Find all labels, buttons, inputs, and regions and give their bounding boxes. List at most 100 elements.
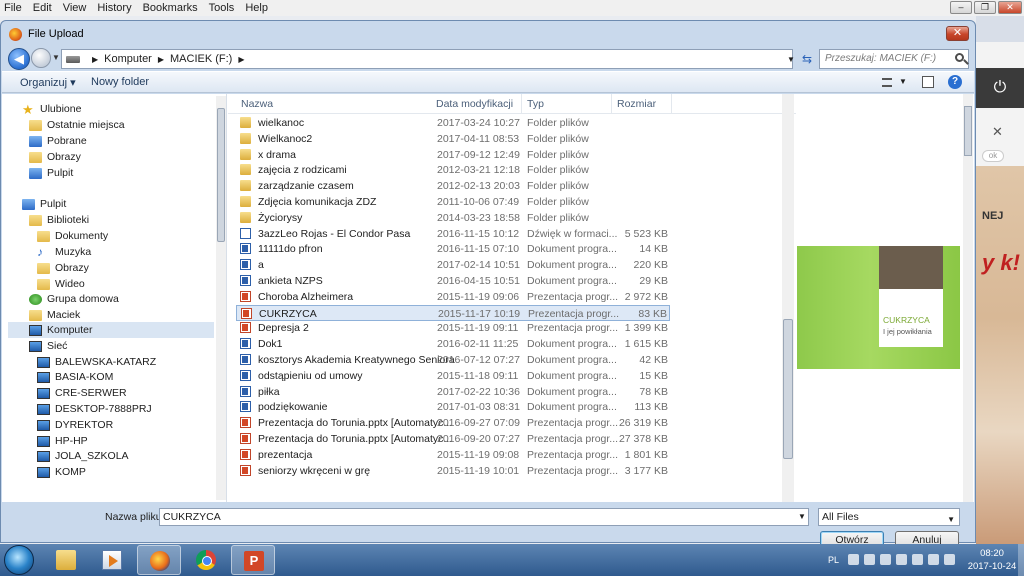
- file-row[interactable]: a 2017-02-14 10:51 Dokument progra... 220 K…: [236, 257, 670, 273]
- nav-item-biblioteki[interactable]: Biblioteki: [29, 212, 89, 228]
- view-options-chevron-icon[interactable]: ▼: [899, 77, 907, 86]
- nav-item-sieć[interactable]: Sieć: [29, 338, 67, 354]
- column-header-size[interactable]: Rozmiar: [617, 98, 656, 110]
- file-row[interactable]: Życiorysy 2014-03-23 18:58 Folder plików: [236, 210, 670, 226]
- nav-item-obrazy[interactable]: Obrazy: [29, 149, 81, 165]
- tray-app-icon[interactable]: [880, 554, 891, 565]
- file-row[interactable]: Prezentacja do Torunia.pptx [Automatyc..…: [236, 431, 670, 447]
- back-button[interactable]: ◀: [8, 48, 30, 70]
- column-divider[interactable]: [671, 94, 672, 114]
- column-divider[interactable]: [611, 94, 612, 114]
- nav-item-wideo[interactable]: Wideo: [37, 276, 85, 292]
- nav-item-basia-kom[interactable]: BASIA-KOM: [37, 369, 113, 385]
- file-row[interactable]: CUKRZYCA 2015-11-17 10:19 Prezentacja prog…: [236, 304, 670, 321]
- file-row[interactable]: ankieta NZPS 2016-04-15 10:51 Dokument pro…: [236, 273, 670, 289]
- nav-item-dyrektor[interactable]: DYREKTOR: [37, 417, 113, 433]
- file-row[interactable]: kosztorys Akademia Kreatywnego Seniora 20…: [236, 352, 670, 368]
- file-row[interactable]: seniorzy wkręceni w grę 2015-11-19 10:01 P…: [236, 463, 670, 479]
- nav-item-ostatnie-miejsca[interactable]: Ostatnie miejsca: [29, 117, 125, 133]
- menu-item-history[interactable]: History: [97, 2, 131, 14]
- new-folder-button[interactable]: Nowy folder: [91, 76, 149, 88]
- file-row[interactable]: zarządzanie czasem 2012-02-13 20:03 Folder…: [236, 178, 670, 194]
- file-row[interactable]: x drama 2017-09-12 12:49 Folder plików: [236, 147, 670, 163]
- file-row[interactable]: zajęcia z rodzicami 2012-03-21 12:18 Folde…: [236, 162, 670, 178]
- network-icon[interactable]: [928, 554, 939, 565]
- menu-item-bookmarks[interactable]: Bookmarks: [143, 2, 198, 14]
- file-row[interactable]: Zdjęcia komunikacja ZDZ 2011-10-06 07:49 F…: [236, 194, 670, 210]
- breadcrumb-separator-icon[interactable]: ▶: [238, 55, 244, 64]
- dialog-close-button[interactable]: ✕: [946, 26, 969, 41]
- language-indicator[interactable]: PL: [828, 555, 839, 565]
- nav-item-komp[interactable]: KOMP: [37, 464, 86, 480]
- nav-item-maciek[interactable]: Maciek: [29, 307, 80, 323]
- filename-input[interactable]: CUKRZYCA: [159, 508, 809, 526]
- taskbar-firefox[interactable]: [137, 545, 181, 575]
- nav-item-desktop-7888prj[interactable]: DESKTOP-7888PRJ: [37, 401, 152, 417]
- file-row[interactable]: odstąpieniu od umowy 2015-11-18 09:11 Doku…: [236, 368, 670, 384]
- tray-app-icon[interactable]: [896, 554, 907, 565]
- scrollbar-thumb[interactable]: [964, 106, 972, 156]
- preview-pane-icon[interactable]: [922, 76, 934, 88]
- nav-item-cre-serwer[interactable]: CRE-SERWER: [37, 385, 127, 401]
- menu-item-help[interactable]: Help: [245, 2, 268, 14]
- volume-icon[interactable]: [944, 554, 955, 565]
- filename-dropdown-icon[interactable]: ▼: [798, 512, 806, 521]
- search-input[interactable]: Przeszukaj: MACIEK (F:): [819, 49, 969, 69]
- help-icon[interactable]: ?: [948, 75, 962, 89]
- taskbar-powerpoint[interactable]: P: [231, 545, 275, 575]
- taskbar-explorer[interactable]: [44, 545, 88, 575]
- file-row[interactable]: Wielkanoc2 2017-04-11 08:53 Folder plików: [236, 131, 670, 147]
- dialog-title-bar[interactable]: File Upload ✕: [1, 21, 975, 47]
- nav-item-grupa-domowa[interactable]: Grupa domowa: [29, 291, 119, 307]
- start-button[interactable]: [4, 545, 34, 575]
- file-type-select[interactable]: All Files ▼: [818, 508, 960, 526]
- organize-button[interactable]: Organizuj ▾: [20, 76, 76, 89]
- minimize-button[interactable]: –: [950, 1, 972, 14]
- taskbar-media-player[interactable]: [90, 545, 134, 575]
- nav-item-hp-hp[interactable]: HP-HP: [37, 433, 88, 449]
- power-icon[interactable]: [912, 554, 923, 565]
- preview-scrollbar[interactable]: [963, 94, 973, 502]
- refresh-icon[interactable]: ⇆: [798, 50, 816, 68]
- power-icon[interactable]: ⏻: [976, 68, 1024, 108]
- column-header-type[interactable]: Typ: [527, 98, 544, 110]
- file-row[interactable]: Dok1 2016-02-11 11:25 Dokument progra... 1 …: [236, 336, 670, 352]
- file-row[interactable]: piłka 2017-02-22 10:36 Dokument progra... 7…: [236, 384, 670, 400]
- taskbar-chrome[interactable]: [184, 545, 228, 575]
- scrollbar-thumb[interactable]: [217, 108, 225, 242]
- column-divider[interactable]: [521, 94, 522, 114]
- file-row[interactable]: Depresja 2 2015-11-19 09:11 Prezentacja pr…: [236, 320, 670, 336]
- change-view-icon[interactable]: [882, 78, 892, 87]
- breadcrumb-drive[interactable]: MACIEK (F:): [170, 53, 232, 65]
- tray-expand-icon[interactable]: [848, 554, 859, 565]
- nav-item-pulpit[interactable]: Pulpit: [22, 196, 66, 212]
- search-icon[interactable]: [955, 53, 964, 62]
- navigation-scrollbar[interactable]: [216, 96, 226, 500]
- breadcrumb-separator-icon[interactable]: ▶: [92, 55, 98, 64]
- menu-item-edit[interactable]: Edit: [33, 2, 52, 14]
- nav-item-jola-szkola[interactable]: JOLA_SZKOLA: [37, 448, 129, 464]
- column-header-date[interactable]: Data modyfikacji: [436, 98, 513, 110]
- nav-item-komputer[interactable]: Komputer: [8, 322, 214, 338]
- show-desktop-button[interactable]: [1018, 544, 1024, 576]
- action-center-icon[interactable]: [864, 554, 875, 565]
- scrollbar-thumb[interactable]: [783, 319, 793, 459]
- file-row[interactable]: wielkanoc 2017-03-24 10:27 Folder plików: [236, 115, 670, 131]
- advertisement[interactable]: [976, 166, 1024, 546]
- file-row[interactable]: podziękowanie 2017-01-03 08:31 Dokument pr…: [236, 399, 670, 415]
- nav-item-ulubione[interactable]: ★ Ulubione: [22, 101, 81, 117]
- close-ad-icon[interactable]: ✕: [992, 124, 1003, 140]
- forward-button[interactable]: [31, 48, 51, 68]
- menu-item-view[interactable]: View: [63, 2, 87, 14]
- menu-item-file[interactable]: File: [4, 2, 22, 14]
- browser-close-button[interactable]: ✕: [998, 1, 1022, 14]
- address-bar[interactable]: ▶ Komputer ▶ MACIEK (F:) ▶: [61, 49, 793, 69]
- restore-button[interactable]: ❐: [974, 1, 996, 14]
- breadcrumb-computer[interactable]: Komputer: [104, 53, 152, 65]
- recent-locations-chevron-icon[interactable]: ▼: [52, 53, 60, 62]
- nav-item-pulpit[interactable]: Pulpit: [29, 165, 73, 181]
- nav-item-obrazy[interactable]: Obrazy: [37, 260, 89, 276]
- nav-item-pobrane[interactable]: Pobrane: [29, 133, 87, 149]
- file-row[interactable]: prezentacja 2015-11-19 09:08 Prezentacja p…: [236, 447, 670, 463]
- column-header-name[interactable]: Nazwa: [241, 98, 273, 110]
